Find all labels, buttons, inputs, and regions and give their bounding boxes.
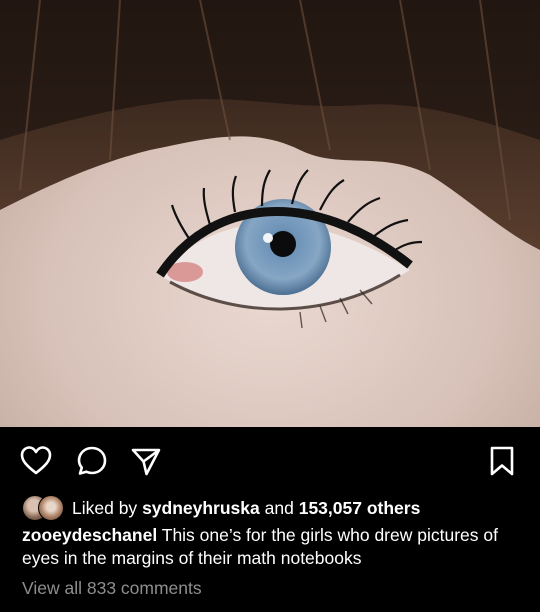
avatar[interactable] xyxy=(38,495,64,521)
liked-by-prefix: Liked by xyxy=(72,497,138,518)
liker-avatars xyxy=(22,495,68,521)
post-photo[interactable] xyxy=(0,0,540,427)
liked-by-username-link[interactable]: sydneyhruska xyxy=(142,498,260,519)
heart-icon[interactable] xyxy=(19,444,53,478)
likes-summary: Liked by sydneyhruska and 153,057 others xyxy=(22,494,420,522)
view-all-comments-link[interactable]: View all 833 comments xyxy=(22,578,202,599)
liked-by-and: and xyxy=(264,497,294,518)
post-action-bar xyxy=(0,440,540,480)
eye-photo-illustration xyxy=(0,0,540,427)
comment-bubble-icon[interactable] xyxy=(75,444,109,478)
likes-count-link[interactable]: 153,057 others xyxy=(299,498,421,519)
bookmark-icon[interactable] xyxy=(485,444,519,478)
post-caption: zooeydeschanel This one’s for the girls … xyxy=(22,524,527,569)
caption-username-link[interactable]: zooeydeschanel xyxy=(22,525,157,545)
paper-plane-icon[interactable] xyxy=(129,444,163,478)
